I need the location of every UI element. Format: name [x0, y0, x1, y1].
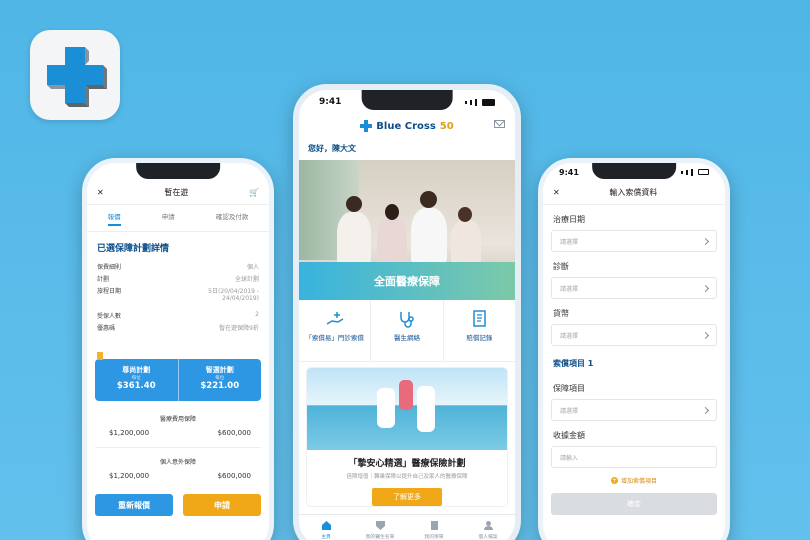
detail-row: 計劃 全球計劃 — [97, 275, 259, 283]
phone-notch — [361, 90, 453, 110]
plan-card: 尊尚計劃 每位 $361.40 智選計劃 每位 $221.00 — [95, 352, 262, 401]
phone-notch — [592, 163, 676, 179]
detail-row: 保費細則 個人 — [97, 263, 259, 271]
quick-actions: 「索償易」門診索償 醫生網絡 賠償記錄 — [299, 300, 515, 362]
tab-confirm-pay[interactable]: 確認及付款 — [216, 211, 249, 226]
section-title: 已選保障計劃詳情 — [97, 244, 170, 254]
status-time: 9:41 — [559, 167, 579, 177]
detail-row: 優惠碼 暫在遊保障9折 — [97, 324, 259, 332]
promo-card[interactable]: 「摯安心精選」醫療保險計劃 倍障增值｜轉乘保障以提升自己及家人的醫療保障 了解更… — [307, 368, 507, 506]
status-time: 9:41 — [319, 97, 342, 107]
signal-icons — [465, 98, 495, 106]
greeting: 您好，陳大文 — [308, 144, 356, 153]
page-title: 暫在遊 — [164, 188, 189, 197]
home-phone: 9:41 Blue Cross 50 您好，陳大文 全面醫療保障 「索償易」門診… — [293, 84, 521, 540]
plan-premium[interactable]: 尊尚計劃 每位 $361.40 — [95, 359, 178, 401]
coverage-row: $1,200,000 $600,000 — [109, 429, 251, 437]
quick-claim-button[interactable]: 「索償易」門診索償 — [299, 300, 372, 361]
coverage-row: $1,200,000 $600,000 — [109, 472, 251, 480]
chevron-right-icon — [701, 331, 710, 339]
close-icon[interactable]: ✕ — [553, 188, 560, 197]
field-label: 貨幣 — [553, 309, 569, 318]
close-icon[interactable]: ✕ — [97, 188, 104, 197]
field-label: 收據金額 — [553, 431, 585, 440]
plan-smart[interactable]: 智選計劃 每位 $221.00 — [177, 359, 262, 401]
promo-title: 「摯安心精選」醫療保險計劃 — [348, 459, 466, 469]
tab-apply[interactable]: 申請 — [162, 211, 175, 226]
detail-row: 受保人數 2 — [97, 310, 259, 320]
plus-icon: + — [610, 477, 618, 484]
tab-my-doctors[interactable]: 我的醫生名單 — [353, 515, 407, 540]
stethoscope-icon — [400, 312, 414, 328]
diagnosis-select[interactable]: 請選擇 — [551, 277, 717, 299]
tab-profile[interactable]: 個人檔案 — [461, 515, 515, 540]
requote-button[interactable]: 重新報價 — [95, 494, 173, 516]
bottom-tab-bar: 主頁 我的醫生名單 我的保單 個人檔案 — [299, 514, 515, 540]
claim-records-button[interactable]: 賠償記錄 — [444, 300, 515, 361]
bookmark-icon — [97, 352, 103, 360]
confirm-button[interactable]: 確定 — [551, 493, 717, 515]
claim-item-heading: 索償項目 1 — [553, 359, 594, 368]
phone-notch — [136, 163, 220, 179]
treatment-date-select[interactable]: 請選擇 — [551, 230, 717, 252]
hero-banner[interactable]: 全面醫療保障 — [299, 160, 515, 300]
heart-shield-icon — [375, 521, 385, 530]
apply-button[interactable]: 申請 — [183, 494, 261, 516]
signal-icons — [681, 168, 709, 176]
tab-home[interactable]: 主頁 — [299, 515, 353, 540]
benefit-item-select[interactable]: 請選擇 — [551, 399, 717, 421]
cart-icon[interactable]: 🛒 — [249, 188, 259, 197]
coverage-title: 醫療費用保障 — [159, 416, 196, 423]
brand-logo: Blue Cross 50 — [360, 120, 454, 132]
chevron-right-icon — [701, 406, 710, 414]
tab-my-policies[interactable]: 我的保單 — [407, 515, 461, 540]
hand-plus-icon — [326, 312, 344, 325]
receipt-amount-input[interactable]: 請輸入 — [551, 446, 717, 468]
app-header: Blue Cross 50 — [299, 114, 515, 138]
quote-header: ✕ 暫在遊 🛒 — [87, 181, 269, 205]
tab-quote[interactable]: 報價 — [107, 211, 121, 226]
action-buttons: 重新報價 申請 — [87, 494, 269, 516]
learn-more-button[interactable]: 了解更多 — [372, 488, 442, 506]
field-label: 保障項目 — [553, 384, 585, 393]
quote-phone: ✕ 暫在遊 🛒 報價 申請 確認及付款 已選保障計劃詳情 保費細則 個人 計劃 全球… — [82, 158, 274, 540]
chevron-right-icon — [701, 284, 710, 292]
detail-row: 旅程日期 5日(20/04/2019 - 24/04/2019) — [97, 287, 259, 302]
mail-icon[interactable] — [494, 120, 505, 128]
field-label: 治療日期 — [553, 215, 585, 224]
document-icon — [473, 310, 487, 327]
coverage-title: 個人意外保障 — [159, 459, 196, 466]
claim-phone: 9:41 ✕ 輸入索償資料 治療日期 請選擇 診斷 請選擇 貨幣 請選擇 索償項… — [538, 158, 730, 540]
add-claim-item-link[interactable]: + 增加索償項目 — [543, 468, 725, 493]
promo-subtitle: 倍障增值｜轉乘保障以提升自己及家人的醫療保障 — [346, 474, 468, 480]
claim-header: ✕ 輸入索償資料 — [543, 181, 725, 205]
user-icon — [483, 521, 493, 530]
hero-caption: 全面醫療保障 — [299, 262, 515, 300]
page-title: 輸入索償資料 — [609, 188, 658, 197]
step-tabs: 報價 申請 確認及付款 — [87, 205, 269, 232]
doctor-network-button[interactable]: 醫生網絡 — [371, 300, 444, 361]
policy-icon — [430, 521, 438, 530]
blue-cross-app-icon — [30, 30, 120, 120]
home-icon — [321, 521, 331, 530]
currency-select[interactable]: 請選擇 — [551, 324, 717, 346]
cross-logo-icon — [360, 120, 373, 132]
field-label: 診斷 — [553, 262, 569, 271]
promo-image — [307, 368, 507, 450]
chevron-right-icon — [701, 237, 710, 245]
